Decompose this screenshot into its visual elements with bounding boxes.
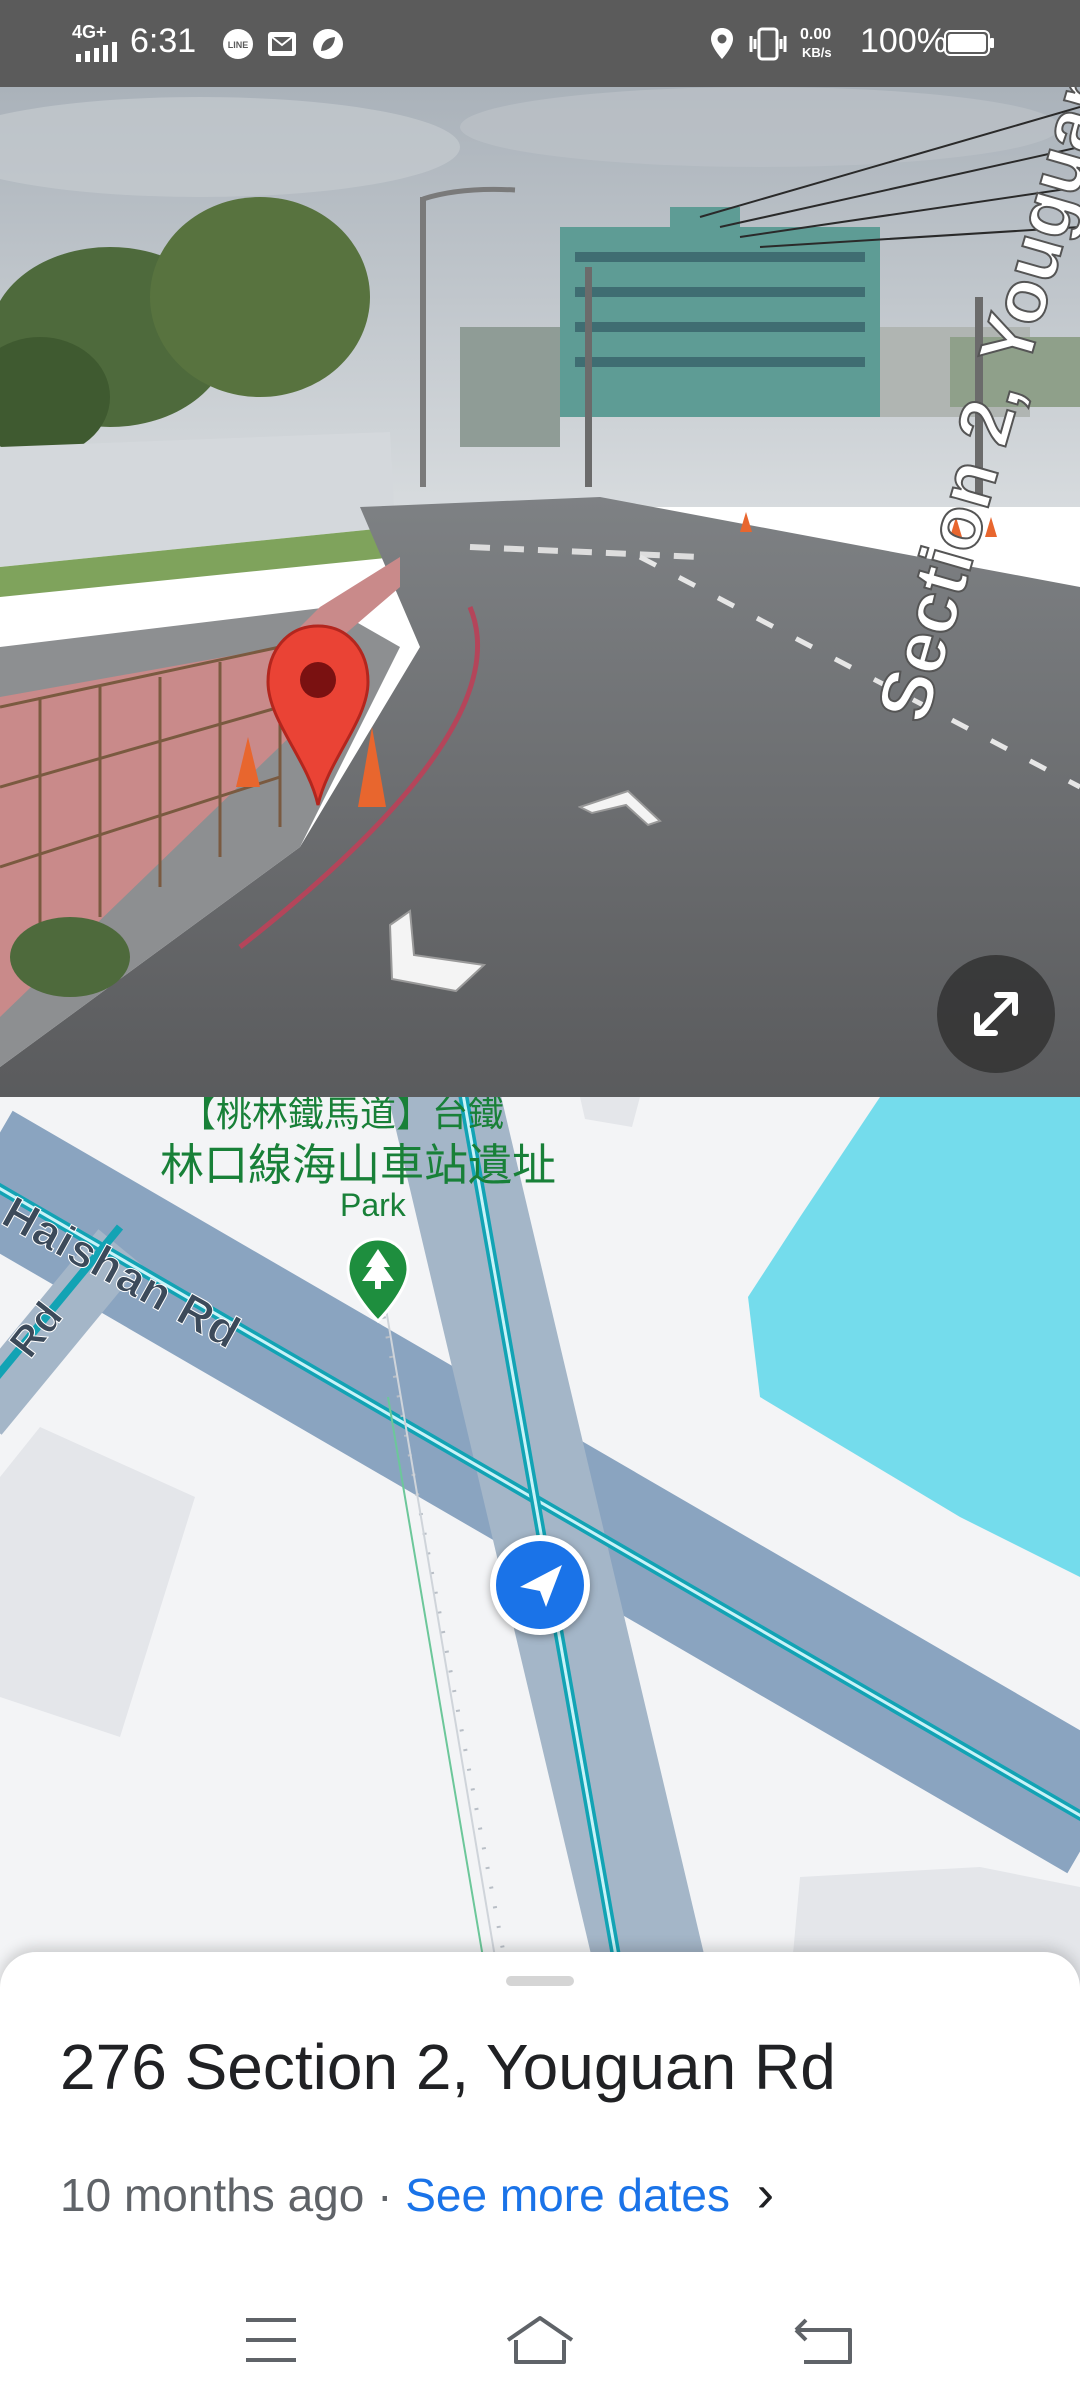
expand-button[interactable]	[937, 955, 1055, 1073]
address-title: 276 Section 2, Youguan Rd	[60, 2031, 836, 2103]
signal-icon	[76, 42, 117, 62]
status-time: 6:31	[130, 22, 197, 60]
network-indicator: 4G+	[72, 22, 107, 42]
street-view-panorama[interactable]: Section 2, Youguan	[0, 87, 1080, 1097]
line-icon: LINE	[223, 29, 253, 59]
map-pin-icon[interactable]	[262, 620, 374, 810]
mail-icon	[268, 32, 296, 56]
vibrate-icon	[749, 27, 787, 61]
current-location-arrow-icon	[496, 1541, 584, 1629]
poi-type-label: Park	[340, 1187, 406, 1223]
location-icon	[711, 28, 733, 59]
nav-arrow-back-icon[interactable]	[380, 905, 490, 995]
current-location-marker[interactable]	[490, 1535, 590, 1635]
map-view[interactable]: 【桃林鐵馬道】台鐵 林口線海山車站遺址 Park Haishan Rd Rd	[0, 1097, 1080, 1987]
leaf-icon	[313, 29, 343, 59]
speed-value: 0.00	[800, 26, 832, 43]
see-more-dates-link[interactable]: See more dates	[405, 2169, 730, 2221]
poi-name-line2[interactable]: 林口線海山車站遺址	[160, 1129, 556, 1193]
battery-percent: 100%	[860, 22, 947, 60]
svg-text:LINE: LINE	[228, 40, 249, 50]
date-separator: ·	[377, 2169, 393, 2221]
sheet-drag-handle[interactable]	[506, 1976, 574, 1986]
status-bar: 4G+ 6:31 LINE 0.00 KB/s 100%	[0, 0, 1080, 87]
home-icon[interactable]	[500, 2300, 580, 2380]
speed-unit: KB/s	[802, 45, 832, 60]
battery-icon	[944, 30, 994, 56]
capture-date: 10 months ago	[60, 2169, 365, 2221]
chevron-right-icon[interactable]: ›	[757, 2165, 774, 2223]
back-icon[interactable]	[784, 2300, 864, 2380]
dates-row: 10 months ago · See more dates ›	[60, 2164, 774, 2224]
expand-icon	[974, 992, 1018, 1036]
menu-icon[interactable]	[232, 2300, 312, 2380]
nav-arrow-forward-icon[interactable]	[578, 777, 662, 829]
park-tree-icon[interactable]	[346, 1237, 410, 1323]
